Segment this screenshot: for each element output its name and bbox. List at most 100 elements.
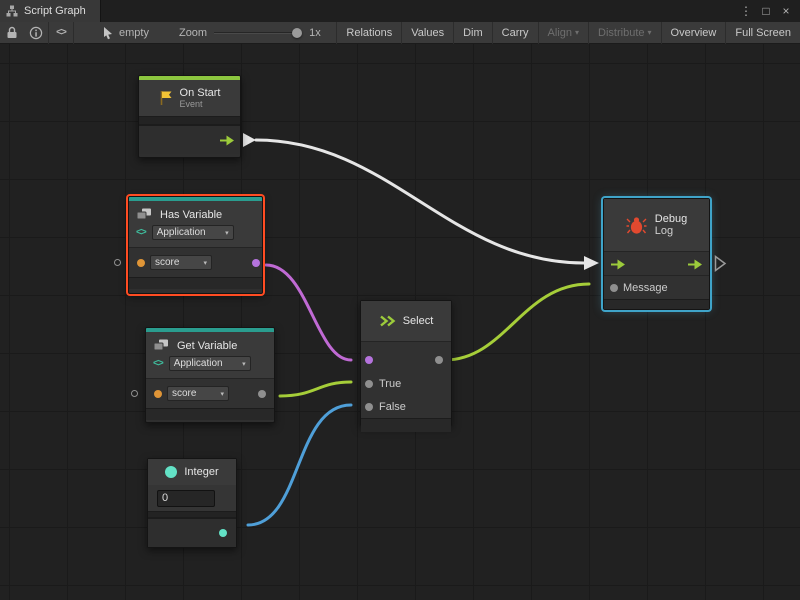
selector-in-port[interactable] — [365, 356, 373, 364]
node-select[interactable]: Select True False — [360, 300, 452, 426]
value-row — [148, 485, 236, 511]
zoom-label: Zoom — [179, 27, 207, 39]
fullscreen-button[interactable]: Full Screen — [725, 22, 800, 44]
node-get-variable[interactable]: Get Variable <> Application ▾ score ▾ — [145, 327, 275, 423]
wire-onstart-to-log[interactable] — [256, 140, 584, 263]
tab-script-graph[interactable]: Script Graph — [0, 0, 101, 22]
node-debug-log[interactable]: Debug Log — [603, 198, 710, 310]
chevron-down-icon: ▾ — [242, 360, 246, 368]
flow-arrow-icon — [610, 259, 626, 270]
true-port-label: True — [379, 378, 401, 390]
node-has-variable[interactable]: Has Variable <> Application ▾ score ▾ — [128, 196, 263, 294]
maximize-icon[interactable]: □ — [758, 0, 774, 22]
unity-graph-window: Script Graph ⋮ □ × <> — [0, 0, 800, 600]
variable-boxes-icon — [153, 339, 171, 352]
dim-button[interactable]: Dim — [453, 22, 492, 44]
tab-title: Script Graph — [24, 5, 86, 17]
lock-icon[interactable] — [0, 22, 24, 44]
node-integer[interactable]: Integer — [147, 458, 237, 548]
bug-icon — [626, 216, 647, 235]
message-port-label: Message — [623, 282, 668, 294]
node-on-start[interactable]: On Start Event — [138, 75, 241, 158]
node-footer — [361, 418, 451, 432]
variable-name-row: score ▾ — [146, 378, 274, 408]
node-separator — [148, 511, 236, 518]
flow-arrow-icon — [219, 135, 235, 146]
values-button[interactable]: Values — [401, 22, 453, 44]
variable-dropdown[interactable]: score ▾ — [167, 386, 229, 401]
output-row — [148, 518, 236, 547]
node-title: Integer — [184, 466, 218, 478]
distribute-button[interactable]: Distribute ▾ — [588, 22, 660, 44]
flow-out-port[interactable] — [687, 259, 703, 270]
variable-dropdown[interactable]: score ▾ — [150, 255, 212, 270]
variable-name-row: score ▾ — [129, 247, 262, 277]
chevron-down-icon: ▾ — [575, 28, 579, 37]
node-footer — [146, 408, 274, 420]
wire-hasvariable-to-select[interactable] — [266, 265, 351, 360]
wire-integer-to-select-false[interactable] — [248, 405, 351, 525]
zoom-value: 1x — [309, 27, 321, 39]
align-button[interactable]: Align ▾ — [538, 22, 588, 44]
graph-canvas[interactable]: On Start Event — [0, 44, 800, 600]
graph-toolbar: <> empty Zoom 1x Relations Values Dim Ca… — [0, 22, 800, 44]
scope-dropdown[interactable]: Application ▾ — [169, 356, 251, 371]
value-out-port[interactable] — [219, 529, 227, 537]
result-out-port[interactable] — [435, 356, 443, 364]
flow-out-port[interactable] — [219, 135, 235, 146]
name-in-port[interactable] — [137, 259, 145, 267]
zoom-slider-knob[interactable] — [292, 28, 302, 38]
chevron-down-icon: ▾ — [203, 259, 207, 267]
script-graph-icon — [6, 5, 18, 17]
cursor-icon — [102, 26, 114, 40]
flow-end-arrow — [584, 256, 599, 270]
zoom-slider-track — [214, 32, 302, 34]
message-row: Message — [604, 275, 709, 299]
menu-icon[interactable]: ⋮ — [738, 0, 754, 22]
wire-getvariable-to-select-true[interactable] — [280, 382, 351, 396]
chevron-down-icon: ▾ — [648, 28, 652, 37]
scope-dropdown[interactable]: Application ▾ — [152, 225, 234, 240]
code-icon[interactable]: <> — [49, 22, 73, 44]
node-subtitle: Event — [180, 99, 221, 109]
variable-boxes-icon — [136, 208, 154, 221]
toolbar-separator — [73, 22, 74, 44]
value-out-port[interactable] — [258, 390, 266, 398]
titlebar: Script Graph ⋮ □ × — [0, 0, 800, 22]
chevron-down-icon: ▾ — [225, 229, 229, 237]
select-icon — [379, 315, 396, 327]
close-icon[interactable]: × — [778, 0, 794, 22]
zoom-slider[interactable] — [214, 27, 302, 39]
integer-icon — [165, 466, 177, 478]
variable-kind-icon: <> — [153, 358, 163, 369]
result-out-port[interactable] — [252, 259, 260, 267]
flow-out-unconnected-marker[interactable] — [714, 255, 727, 272]
flag-icon — [159, 90, 173, 106]
variable-kind-icon: <> — [136, 227, 146, 238]
name-in-port[interactable] — [154, 390, 162, 398]
chevron-down-icon: ▾ — [220, 390, 224, 398]
name-in-port-unconnected[interactable] — [114, 259, 121, 266]
node-title: Has Variable — [160, 209, 222, 221]
node-title: Get Variable — [177, 340, 237, 352]
true-in-port[interactable] — [365, 380, 373, 388]
flow-ports-row — [604, 251, 709, 275]
toolbar-buttons: Relations Values Dim Carry Align ▾ Distr… — [336, 22, 800, 44]
info-icon[interactable] — [24, 22, 48, 44]
false-in-port[interactable] — [365, 403, 373, 411]
node-title: Select — [403, 315, 434, 327]
name-in-port-unconnected[interactable] — [131, 390, 138, 397]
message-in-port[interactable] — [610, 284, 618, 292]
ports-section: True False — [361, 341, 451, 418]
integer-value-field[interactable] — [157, 490, 215, 507]
selection-status: empty — [102, 26, 149, 40]
node-title: On Start — [180, 87, 221, 99]
relations-button[interactable]: Relations — [336, 22, 401, 44]
carry-button[interactable]: Carry — [492, 22, 538, 44]
window-controls: ⋮ □ × — [738, 0, 800, 22]
overview-button[interactable]: Overview — [661, 22, 726, 44]
node-footer — [604, 299, 709, 309]
wire-select-to-log-message[interactable] — [445, 284, 589, 360]
flow-in-port[interactable] — [610, 259, 626, 270]
node-separator — [139, 116, 240, 125]
